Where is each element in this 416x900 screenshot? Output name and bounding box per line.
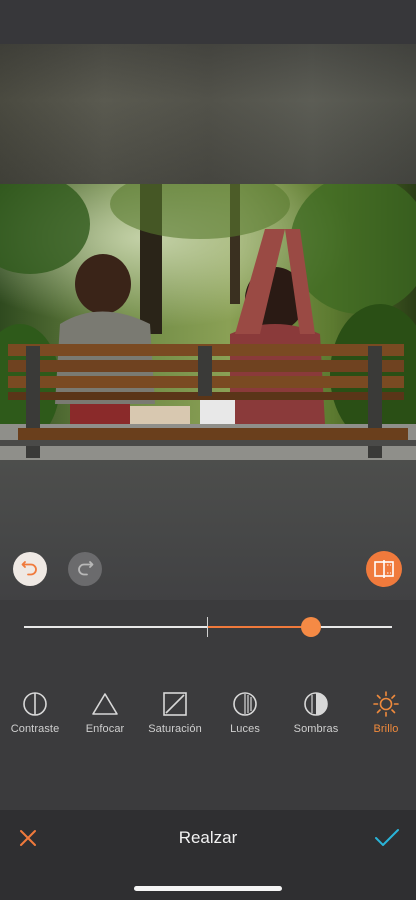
- slider-fill: [208, 626, 312, 628]
- screen-title: Realzar: [178, 828, 238, 847]
- tool-label: Sombras: [293, 723, 339, 735]
- tool-label: Brillo: [373, 723, 399, 735]
- tool-brillo[interactable]: Brillo: [351, 690, 416, 735]
- triangle-icon: [91, 690, 119, 718]
- blurred-backdrop-bottom: [0, 460, 416, 600]
- status-bar: [0, 0, 416, 44]
- tool-luces[interactable]: Luces: [210, 690, 280, 735]
- tool-label: Saturación: [148, 723, 202, 735]
- highlights-icon: [231, 690, 259, 718]
- undo-icon: [21, 561, 37, 576]
- tool-saturacion[interactable]: Saturación: [140, 690, 210, 735]
- shadows-icon: [302, 690, 330, 718]
- home-indicator: [134, 886, 282, 891]
- tool-label: Enfocar: [85, 723, 125, 735]
- tool-label: Contraste: [10, 723, 60, 735]
- saturation-icon: [161, 690, 189, 718]
- park-bench-photo: [0, 184, 416, 460]
- slider-center-mark: [207, 617, 208, 637]
- tool-contraste[interactable]: Contraste: [0, 690, 70, 735]
- photo-preview: [0, 184, 416, 460]
- undo-button[interactable]: [13, 552, 47, 586]
- compare-button[interactable]: [366, 551, 402, 587]
- tool-label: Luces: [230, 723, 260, 735]
- tool-enfocar[interactable]: Enfocar: [70, 690, 140, 735]
- contrast-icon: [21, 690, 49, 718]
- redo-icon: [78, 561, 94, 576]
- checkmark-icon: [375, 829, 399, 846]
- confirm-button[interactable]: [372, 824, 402, 852]
- tool-sombras[interactable]: Sombras: [281, 690, 351, 735]
- compare-icon: [374, 560, 394, 578]
- sun-icon: [372, 690, 400, 718]
- blurred-backdrop-top: [0, 44, 416, 184]
- photo-editor-screen: Contraste Enfocar Saturación Luces Sombr…: [0, 0, 416, 900]
- redo-button[interactable]: [68, 552, 102, 586]
- slider-knob[interactable]: [301, 617, 322, 637]
